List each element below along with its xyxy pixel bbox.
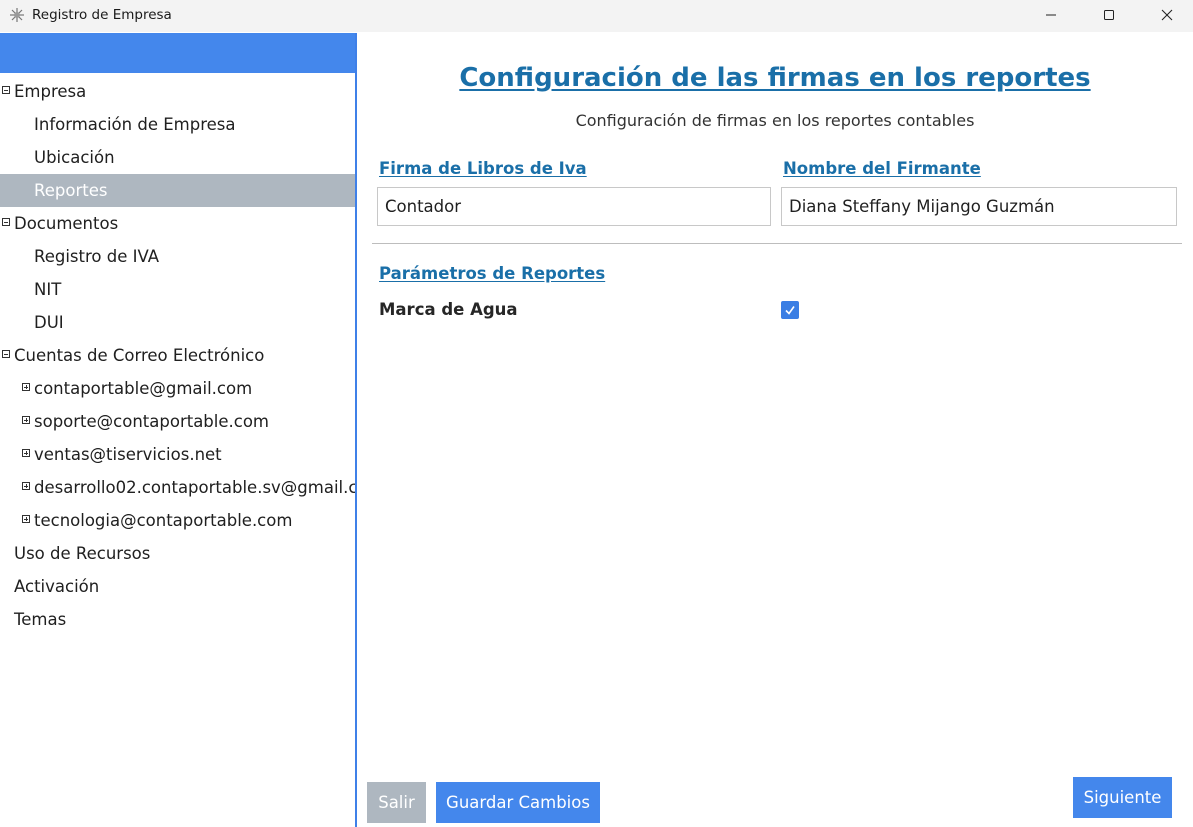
sidebar-item[interactable]: DUI xyxy=(0,306,355,339)
sidebar-item-label: Uso de Recursos xyxy=(14,544,151,563)
minimize-icon xyxy=(1046,14,1056,16)
marca-agua-label: Marca de Agua xyxy=(379,300,518,319)
close-button[interactable] xyxy=(1138,0,1193,30)
window-title: Registro de Empresa xyxy=(32,7,172,23)
sidebar-item-label: soporte@contaportable.com xyxy=(34,412,269,431)
sidebar-item-label: ventas@tiservicios.net xyxy=(34,445,222,464)
close-icon xyxy=(1161,9,1173,21)
checkmark-icon xyxy=(785,306,795,315)
sidebar-item[interactable]: Activación xyxy=(0,570,355,603)
sidebar-item-label: Empresa xyxy=(14,82,87,101)
firma-label: Firma de Libros de Iva xyxy=(379,159,587,178)
sidebar-item-label: NIT xyxy=(34,280,62,299)
sidebar-item[interactable]: Temas xyxy=(0,603,355,636)
sidebar-header xyxy=(0,33,355,73)
sidebar-item-label: DUI xyxy=(34,313,64,332)
sidebar-item-label: Información de Empresa xyxy=(34,115,236,134)
sidebar-item-label: Temas xyxy=(14,610,67,629)
section-title: Parámetros de Reportes xyxy=(379,264,606,283)
collapse-icon[interactable] xyxy=(2,86,10,94)
sidebar-item[interactable]: contaportable@gmail.com xyxy=(0,372,355,405)
sidebar-item-label: Registro de IVA xyxy=(34,247,160,266)
sidebar-item[interactable]: tecnologia@contaportable.com xyxy=(0,504,355,537)
sidebar-item[interactable]: Uso de Recursos xyxy=(0,537,355,570)
expand-icon[interactable] xyxy=(22,515,30,523)
maximize-button[interactable] xyxy=(1080,0,1138,30)
main-panel: Configuración de las firmas en los repor… xyxy=(357,33,1193,827)
sidebar-item-label: Activación xyxy=(14,577,100,596)
sidebar-item[interactable]: Reportes xyxy=(0,174,355,207)
page-subtitle: Configuración de firmas en los reportes … xyxy=(575,111,975,130)
salir-button[interactable]: Salir xyxy=(367,782,426,823)
guardar-cambios-button[interactable]: Guardar Cambios xyxy=(436,782,600,823)
minimize-button[interactable] xyxy=(1022,0,1080,30)
expand-icon[interactable] xyxy=(22,383,30,391)
sidebar-item[interactable]: desarrollo02.contaportable.sv@gmail.com xyxy=(0,471,355,504)
sidebar-item-label: Ubicación xyxy=(34,148,115,167)
sidebar-item-label: tecnologia@contaportable.com xyxy=(34,511,293,530)
marca-agua-checkbox[interactable] xyxy=(781,301,799,319)
maximize-icon xyxy=(1104,10,1114,20)
firma-input[interactable] xyxy=(377,187,771,226)
expand-icon[interactable] xyxy=(22,449,30,457)
sidebar-item[interactable]: Registro de IVA xyxy=(0,240,355,273)
sidebar-item[interactable]: ventas@tiservicios.net xyxy=(0,438,355,471)
sidebar-item-label: Documentos xyxy=(14,214,119,233)
expand-icon[interactable] xyxy=(22,416,30,424)
section-divider xyxy=(372,243,1182,244)
sidebar-item[interactable]: soporte@contaportable.com xyxy=(0,405,355,438)
title-bar: Registro de Empresa xyxy=(0,0,1193,32)
sidebar-item[interactable]: Cuentas de Correo Electrónico xyxy=(0,339,355,372)
sidebar-item-label: Cuentas de Correo Electrónico xyxy=(14,346,265,365)
collapse-icon[interactable] xyxy=(2,218,10,226)
app-window: Registro de Empresa Empresa Información d… xyxy=(0,0,1193,827)
sidebar-item-label: contaportable@gmail.com xyxy=(34,379,253,398)
gear-flower-icon xyxy=(8,6,26,24)
sidebar-tree: Empresa Información de Empresa Ubicación Re… xyxy=(0,33,355,827)
firmante-label: Nombre del Firmante xyxy=(783,159,981,178)
sidebar-item[interactable]: Empresa xyxy=(0,75,355,108)
page-title: Configuración de las firmas en los repor… xyxy=(459,63,1091,93)
expand-icon[interactable] xyxy=(22,482,30,490)
firmante-input[interactable] xyxy=(781,187,1177,226)
sidebar-item[interactable]: NIT xyxy=(0,273,355,306)
collapse-icon[interactable] xyxy=(2,350,10,358)
sidebar-item[interactable]: Ubicación xyxy=(0,141,355,174)
sidebar-item-label: Reportes xyxy=(34,181,108,200)
siguiente-button[interactable]: Siguiente xyxy=(1073,777,1172,818)
sidebar-item-label: desarrollo02.contaportable.sv@gmail.com xyxy=(34,478,355,497)
sidebar-item[interactable]: Información de Empresa xyxy=(0,108,355,141)
sidebar-item[interactable]: Documentos xyxy=(0,207,355,240)
